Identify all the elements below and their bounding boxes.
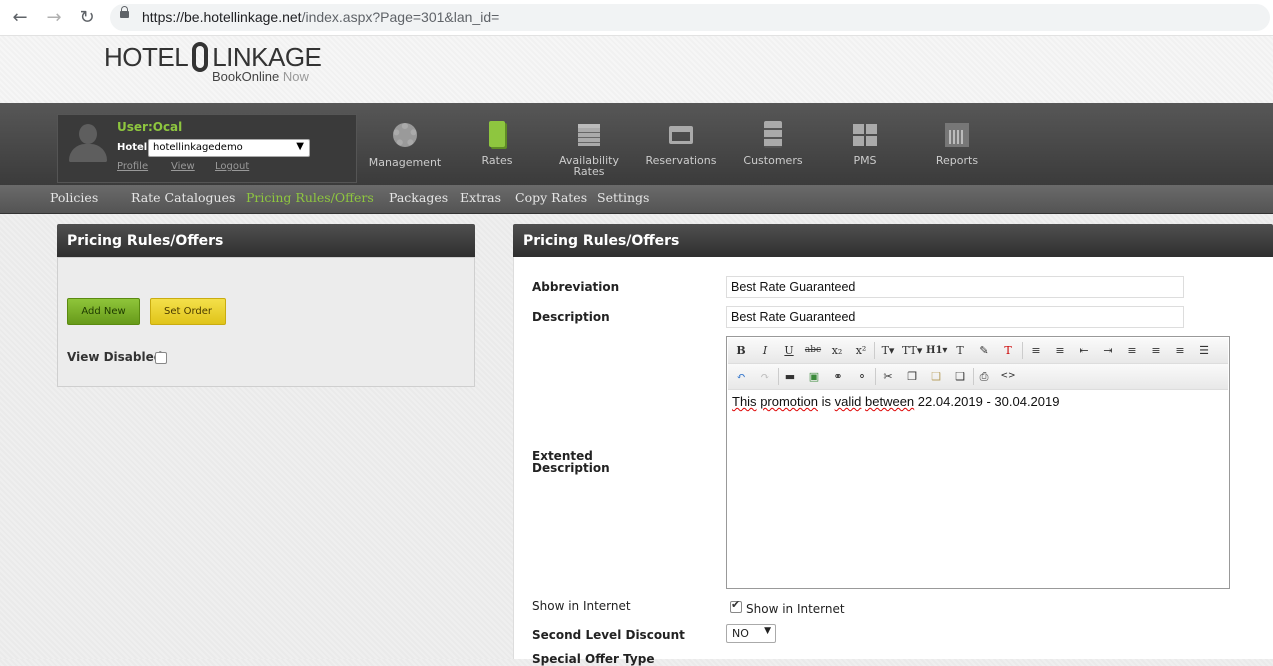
italic-icon[interactable]: I bbox=[755, 342, 775, 359]
indent-icon[interactable]: ⇥ bbox=[1098, 342, 1118, 359]
browser-toolbar: ← → ↻ https://be.hotellinkage.net/index.… bbox=[0, 0, 1273, 36]
checkmark-icon: ✔ bbox=[731, 598, 741, 611]
nav-reservations[interactable]: Reservations bbox=[636, 121, 726, 166]
paste-icon[interactable]: ❑ bbox=[926, 368, 946, 385]
dropdown-arrow-icon: ▼ bbox=[296, 141, 304, 152]
back-arrow-icon[interactable]: ← bbox=[8, 6, 32, 30]
lock-icon bbox=[120, 6, 129, 18]
view-disabled-checkbox[interactable] bbox=[155, 352, 167, 364]
superscript-icon[interactable]: x² bbox=[851, 342, 871, 359]
dropdown-arrow-icon: ▼ bbox=[764, 626, 771, 636]
source-code-icon[interactable]: <> bbox=[998, 368, 1018, 385]
text-color-icon[interactable]: T bbox=[950, 342, 970, 359]
abbreviation-input[interactable]: Best Rate Guaranteed bbox=[726, 276, 1184, 298]
bullet-list-icon[interactable]: ≡ bbox=[1026, 342, 1046, 359]
nav-pms[interactable]: PMS bbox=[820, 121, 910, 166]
add-new-button[interactable]: Add New bbox=[67, 298, 140, 325]
inbox-tray-icon bbox=[667, 121, 695, 149]
url-text: https://be.hotellinkage.net/index.aspx?P… bbox=[142, 9, 500, 25]
editor-toolbar-row-1: B I U abc x₂ x² T▾ TT▾ H1▾ T ✎ T ≡ ≡ ⇤ ⇥… bbox=[728, 338, 1228, 364]
chain-link-icon bbox=[192, 42, 209, 72]
highlight-icon[interactable]: ✎ bbox=[974, 342, 994, 359]
link-icon[interactable]: ⚭ bbox=[828, 368, 848, 385]
heading-icon[interactable]: H1▾ bbox=[926, 342, 947, 359]
set-order-button[interactable]: Set Order bbox=[150, 298, 226, 325]
calendar-icon bbox=[575, 121, 603, 149]
book-icon bbox=[483, 121, 511, 149]
outdent-icon[interactable]: ⇤ bbox=[1074, 342, 1094, 359]
nav-management[interactable]: Management bbox=[360, 121, 450, 168]
subnav-extras[interactable]: Extras bbox=[460, 190, 501, 205]
extended-description-label: Extented Description bbox=[532, 449, 610, 475]
paste-text-icon[interactable]: ❑ bbox=[950, 368, 970, 385]
address-bar[interactable]: https://be.hotellinkage.net/index.aspx?P… bbox=[110, 4, 1270, 31]
gear-icon bbox=[391, 123, 419, 151]
nav-customers[interactable]: Customers bbox=[728, 121, 818, 166]
cut-icon[interactable]: ✂ bbox=[878, 368, 898, 385]
copy-icon[interactable]: ❐ bbox=[902, 368, 922, 385]
second-level-discount-label: Second Level Discount bbox=[532, 628, 685, 642]
hotel-select[interactable]: hotellinkagedemo ▼ bbox=[148, 139, 310, 157]
reload-icon[interactable]: ↻ bbox=[75, 6, 99, 30]
editor-toolbar-row-2: ↶ ↷ ▬ ▣ ⚭ ⚬ ✂ ❐ ❑ ❑ ⎙ <> bbox=[728, 364, 1228, 390]
nav-reports[interactable]: Reports bbox=[912, 121, 1002, 166]
left-panel-title: Pricing Rules/Offers bbox=[57, 224, 475, 257]
align-justify-icon[interactable]: ☰ bbox=[1194, 342, 1214, 359]
abbreviation-label: Abbreviation bbox=[532, 280, 620, 294]
nav-availability-rates[interactable]: Availability Rates bbox=[544, 121, 634, 177]
strikethrough-icon[interactable]: abc bbox=[803, 342, 823, 359]
description-input[interactable]: Best Rate Guaranteed bbox=[726, 306, 1184, 328]
right-panel-title: Pricing Rules/Offers bbox=[513, 224, 1273, 257]
subscript-icon[interactable]: x₂ bbox=[827, 342, 847, 359]
align-left-icon[interactable]: ≡ bbox=[1122, 342, 1142, 359]
forward-arrow-icon[interactable]: → bbox=[42, 6, 66, 30]
nav-rates[interactable]: Rates bbox=[452, 121, 542, 166]
subnav-policies[interactable]: Policies bbox=[50, 190, 98, 205]
font-size-icon[interactable]: T▾ bbox=[878, 342, 898, 359]
numbered-list-icon[interactable]: ≡ bbox=[1050, 342, 1070, 359]
subnav-rate-catalogues[interactable]: Rate Catalogues bbox=[131, 190, 235, 205]
file-cabinet-icon bbox=[759, 121, 787, 149]
align-center-icon[interactable]: ≡ bbox=[1146, 342, 1166, 359]
subnav-settings[interactable]: Settings bbox=[597, 190, 649, 205]
editor-content[interactable]: This promotion is valid between 22.04.20… bbox=[732, 394, 1059, 409]
subnav-copy-rates[interactable]: Copy Rates bbox=[515, 190, 587, 205]
subnav-pricing-rules-offers[interactable]: Pricing Rules/Offers bbox=[246, 190, 374, 205]
special-offer-type-label: Special Offer Type bbox=[532, 652, 655, 666]
undo-icon[interactable]: ↶ bbox=[731, 368, 751, 385]
horizontal-rule-icon[interactable]: ▬ bbox=[780, 368, 800, 385]
bold-icon[interactable]: B bbox=[731, 342, 751, 359]
bar-chart-icon bbox=[943, 121, 971, 149]
second-level-discount-select[interactable]: NO ▼ bbox=[726, 624, 776, 643]
user-name: User:Ocal bbox=[117, 120, 183, 134]
hotel-label: Hotel bbox=[117, 142, 148, 153]
image-icon[interactable]: ▣ bbox=[804, 368, 824, 385]
description-label: Description bbox=[532, 310, 610, 324]
show-in-internet-label: Show in Internet bbox=[532, 599, 631, 613]
clear-format-icon[interactable]: T bbox=[998, 342, 1018, 359]
print-icon[interactable]: ⎙ bbox=[974, 368, 994, 385]
logout-link[interactable]: Logout bbox=[215, 161, 249, 172]
show-in-internet-checkbox-label: Show in Internet bbox=[746, 602, 845, 616]
underline-icon[interactable]: U bbox=[779, 342, 799, 359]
show-in-internet-checkbox[interactable]: ✔ bbox=[730, 598, 742, 613]
profile-link[interactable]: Profile bbox=[117, 161, 148, 172]
grid-icon bbox=[851, 121, 879, 149]
font-family-icon[interactable]: TT▾ bbox=[902, 342, 922, 359]
view-disabled-label: View Disabled bbox=[67, 350, 163, 364]
redo-icon[interactable]: ↷ bbox=[755, 368, 775, 385]
extended-description-editor[interactable]: B I U abc x₂ x² T▾ TT▾ H1▾ T ✎ T ≡ ≡ ⇤ ⇥… bbox=[726, 336, 1230, 589]
logo-tagline: BookOnline Now bbox=[212, 69, 309, 84]
unlink-icon[interactable]: ⚬ bbox=[852, 368, 872, 385]
view-link[interactable]: View bbox=[171, 161, 195, 172]
avatar-icon bbox=[67, 122, 109, 164]
align-right-icon[interactable]: ≡ bbox=[1170, 342, 1190, 359]
subnav-packages[interactable]: Packages bbox=[389, 190, 448, 205]
